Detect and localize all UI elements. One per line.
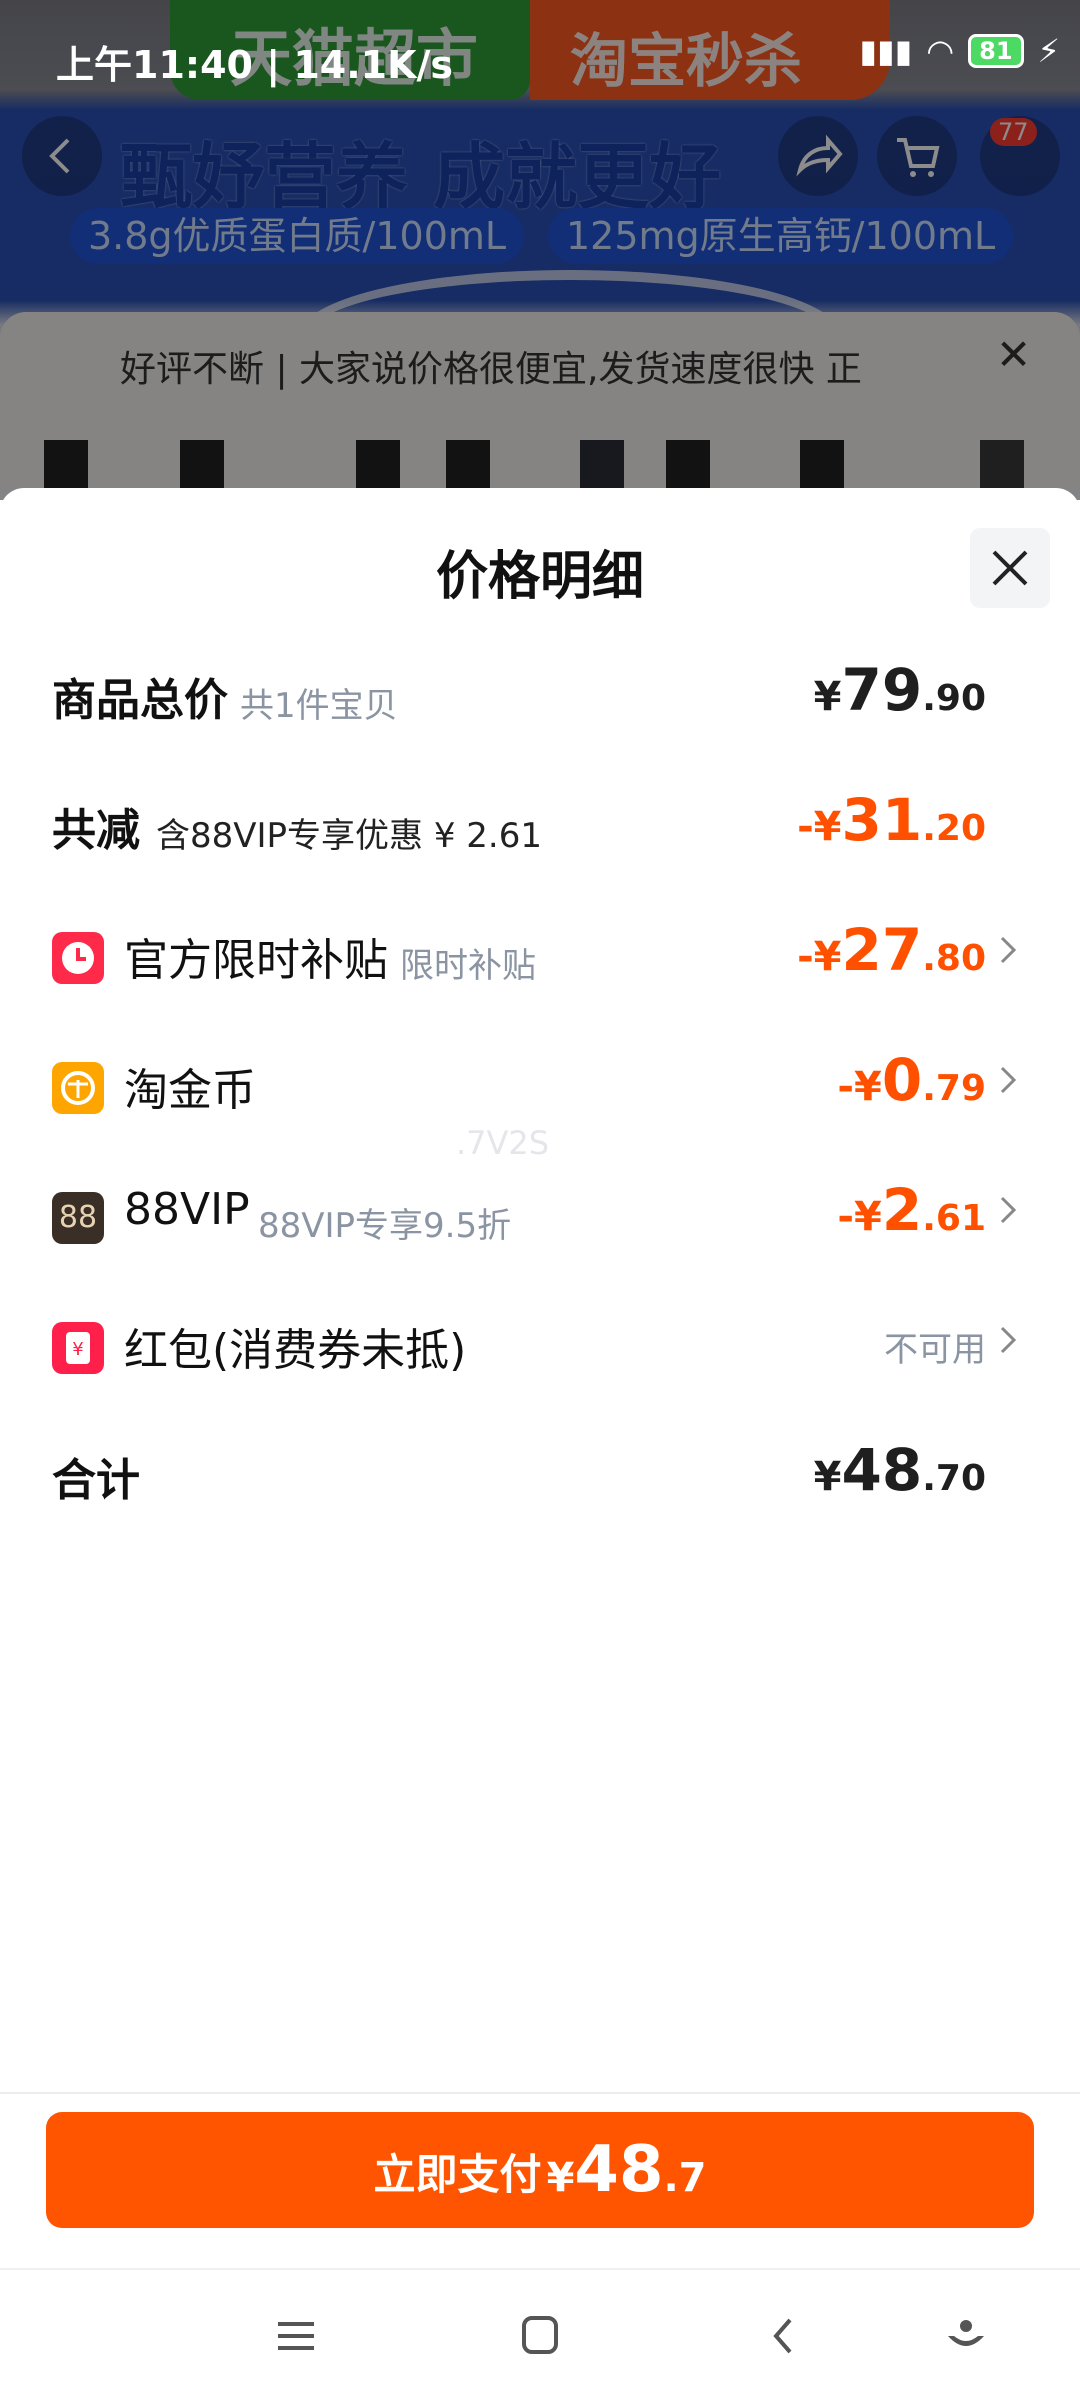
system-nav-bar [0, 2270, 1080, 2400]
subtotal-label: 商品总价 [52, 675, 228, 726]
chevron-right-icon [1000, 1326, 1017, 1354]
vip-label: 88VIP [124, 1184, 250, 1235]
chevron-right-icon [1000, 1066, 1017, 1094]
red-packet-label: 红包(消费券未抵) [124, 1325, 467, 1376]
currency: -¥ [797, 804, 842, 850]
discount-amount: -¥31.20 [797, 786, 986, 854]
bottom-divider [0, 2092, 1080, 2094]
amount-int: 0 [881, 1046, 923, 1114]
pay-now-button[interactable]: 立即支付 ¥48.7 [46, 2112, 1034, 2228]
subsidy-amount: -¥27.80 [797, 916, 986, 984]
home-icon[interactable] [512, 2308, 568, 2364]
amount-dec: .80 [922, 938, 986, 979]
chevron-right-icon [1000, 936, 1017, 964]
background-page: 天猫超市 淘宝秒杀 甄妤营养 成就更好 3.8g优质蛋白质/100mL 125m… [0, 0, 1080, 500]
currency: -¥ [837, 1194, 882, 1240]
row-subtotal: 商品总价 共1件宝贝 ¥79.90 [0, 642, 1080, 752]
vip-amount: -¥2.61 [837, 1176, 986, 1244]
coin-icon [52, 1062, 104, 1114]
amount-int: 79 [841, 656, 923, 724]
menu-icon[interactable] [268, 2308, 324, 2364]
amount-int: 27 [841, 916, 923, 984]
status-clock: 上午11:40 [56, 43, 253, 87]
amount-dec: .79 [922, 1068, 986, 1109]
currency: ¥ [813, 1454, 842, 1500]
total-amount: ¥48.70 [814, 1436, 986, 1504]
amount-dec: .61 [922, 1198, 986, 1239]
pay-amount-dec: .7 [663, 2155, 707, 2201]
subsidy-tag: 限时补贴 [400, 946, 536, 986]
red-packet-icon: ¥ [52, 1322, 104, 1374]
amount-dec: .70 [922, 1458, 986, 1499]
currency: -¥ [797, 934, 842, 980]
chevron-right-icon [1000, 1196, 1017, 1224]
amount-int: 31 [841, 786, 923, 854]
assistant-icon[interactable] [938, 2308, 994, 2364]
subtotal-amount: ¥79.90 [814, 656, 986, 724]
currency: ¥ [813, 674, 842, 720]
discount-label: 共减 [52, 805, 140, 856]
total-label: 合计 [52, 1455, 140, 1506]
taojinbi-label: 淘金币 [124, 1065, 256, 1116]
amount-dec: .20 [922, 808, 986, 849]
svg-text:¥: ¥ [72, 1339, 83, 1360]
back-icon[interactable] [756, 2308, 812, 2364]
taojinbi-amount: -¥0.79 [837, 1046, 986, 1114]
currency: -¥ [837, 1064, 882, 1110]
subtotal-count: 共1件宝贝 [240, 686, 398, 726]
status-icons: ▮▮▮ ◠ 81 ⚡ [859, 32, 1060, 70]
charging-icon: ⚡ [1037, 32, 1060, 70]
amount-int: 48 [841, 1436, 923, 1504]
clock-icon [52, 932, 104, 984]
pay-amount-int: 48 [574, 2133, 664, 2207]
sheet-title: 价格明细 [435, 547, 644, 607]
row-official-subsidy[interactable]: 官方限时补贴 限时补贴 -¥27.80 [0, 902, 1080, 1012]
wifi-icon: ◠ [926, 32, 955, 70]
amount-int: 2 [881, 1176, 923, 1244]
status-net-speed: 14.1K/s [293, 43, 454, 87]
row-total: 合计 ¥48.70 [0, 1422, 1080, 1532]
vip-note: 88VIP专享9.5折 [258, 1206, 512, 1246]
pay-currency: ¥ [546, 2155, 575, 2201]
sheet-close-button[interactable] [970, 528, 1050, 608]
vip-88-icon: 88 [52, 1192, 104, 1244]
discount-note: 含88VIP专享优惠 ¥ 2.61 [156, 816, 543, 856]
amount-dec: .90 [922, 678, 986, 719]
close-icon [992, 550, 1028, 586]
watermark: .7V2S [456, 1124, 550, 1162]
red-packet-status: 不可用 [884, 1330, 986, 1370]
row-88vip[interactable]: 88 88VIP 88VIP专享9.5折 -¥2.61 [0, 1162, 1080, 1272]
battery-icon: 81 [968, 34, 1024, 68]
status-time: 上午11:40 | 14.1K/s [56, 43, 454, 87]
signal-icon: ▮▮▮ [859, 32, 913, 70]
row-total-discount: 共减 含88VIP专享优惠 ¥ 2.61 -¥31.20 [0, 772, 1080, 882]
row-red-packet[interactable]: ¥ 红包(消费券未抵) 不可用 [0, 1292, 1080, 1402]
subsidy-label: 官方限时补贴 [124, 935, 388, 986]
status-bar: 上午11:40 | 14.1K/s ▮▮▮ ◠ 81 ⚡ [0, 0, 1080, 96]
pay-label: 立即支付 [373, 2150, 542, 2199]
